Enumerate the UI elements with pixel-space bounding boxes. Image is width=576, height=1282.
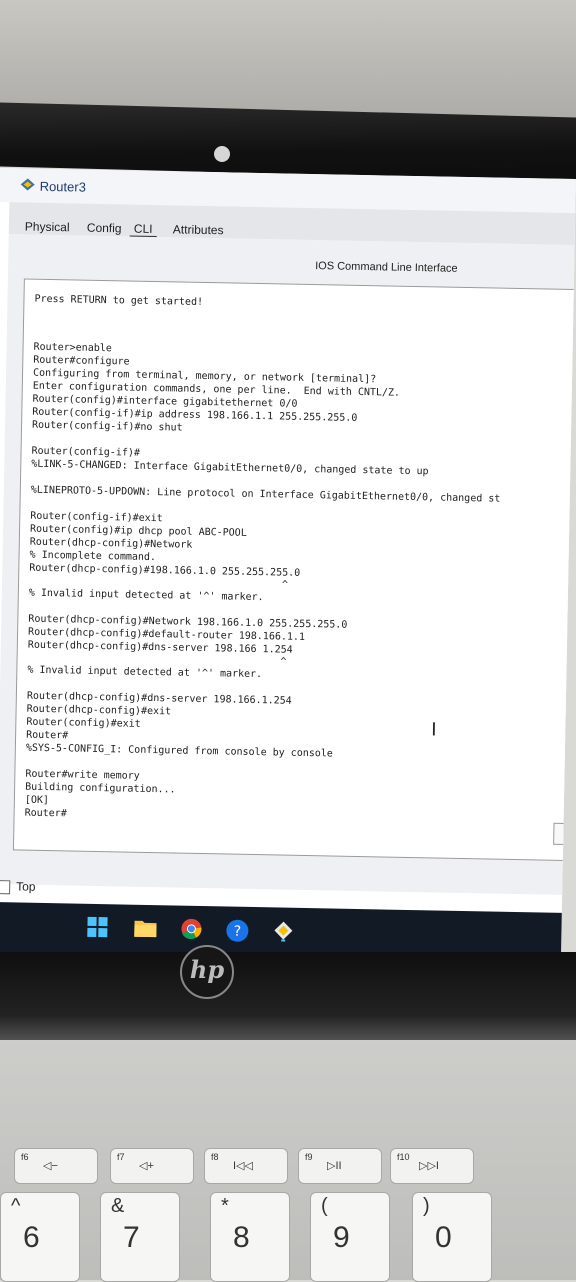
console-line: % Invalid input detected at '^' marker.: [28, 587, 264, 604]
key-label: 6: [23, 1221, 40, 1254]
console-line: % Incomplete command.: [29, 549, 157, 564]
cli-panel: IOS Command Line Interface Press RETURN …: [0, 234, 576, 896]
text-cursor-icon: I: [431, 719, 437, 741]
function-key: f9 ▷II: [298, 1148, 382, 1184]
windows-icon[interactable]: [85, 916, 109, 940]
tab-config[interactable]: Config: [87, 221, 122, 236]
function-key: f8 I◁◁: [204, 1148, 288, 1184]
console-line: Router(config)#exit: [26, 716, 141, 730]
tab-attributes[interactable]: Attributes: [173, 222, 224, 237]
console-line: Router(config-if)#exit: [30, 510, 163, 525]
key-shift-label: (: [321, 1195, 328, 1217]
tab-cli[interactable]: CLI: [129, 221, 157, 239]
console-line: %LINEPROTO-5-UPDOWN: Line protocol on In…: [30, 484, 501, 505]
file-explorer-icon[interactable]: [133, 917, 157, 941]
key-label: f7: [117, 1152, 125, 1162]
top-checkbox-label: Top: [16, 879, 36, 894]
key-shift-label: ): [423, 1195, 430, 1217]
volume-down-icon: ◁−: [43, 1160, 58, 1172]
number-key: ( 9: [310, 1192, 390, 1282]
function-key: f7 ◁+: [110, 1148, 194, 1184]
console-line: Router(config-if)#: [31, 445, 141, 459]
key-label: 7: [123, 1221, 140, 1254]
key-shift-label: *: [221, 1195, 229, 1217]
hp-logo: hp: [180, 945, 234, 999]
play-pause-icon: ▷II: [327, 1160, 342, 1172]
top-checkbox[interactable]: [0, 880, 11, 895]
console-line: Router#: [26, 729, 69, 742]
key-label: 8: [233, 1221, 250, 1254]
chrome-icon[interactable]: [179, 918, 203, 942]
console-line: Router#: [24, 807, 67, 820]
packet-tracer-icon[interactable]: [271, 919, 295, 943]
key-label: f8: [211, 1152, 219, 1162]
console-line: Router#write memory: [25, 768, 140, 782]
key-shift-label: ^: [11, 1195, 21, 1217]
next-track-icon: ▷▷I: [419, 1160, 439, 1172]
console-line: Press RETURN to get started!: [34, 293, 204, 308]
function-key: f6 ◁−: [14, 1148, 98, 1184]
console-line: [OK]: [24, 794, 50, 807]
console-line: % Invalid input detected at '^' marker.: [27, 664, 263, 681]
console-line: Router(config-if)#no shut: [31, 419, 183, 434]
panel-title: IOS Command Line Interface: [315, 260, 458, 275]
previous-track-icon: I◁◁: [233, 1160, 253, 1172]
volume-up-icon: ◁+: [139, 1160, 154, 1172]
console-line: Building configuration...: [25, 781, 176, 796]
console-line: Router#configure: [33, 354, 130, 368]
cli-console[interactable]: Press RETURN to get started! Router>enab…: [12, 278, 576, 862]
number-key: ) 0: [412, 1192, 492, 1282]
tab-physical[interactable]: Physical: [25, 219, 70, 234]
key-label: f9: [305, 1152, 313, 1162]
console-line: Router(dhcp-config)#Network: [29, 536, 193, 551]
console-line: %SYS-5-CONFIG_I: Configured from console…: [25, 742, 333, 760]
scroll-handle[interactable]: [553, 822, 576, 846]
help-icon[interactable]: ?: [225, 918, 249, 942]
console-line: Router>enable: [33, 341, 112, 355]
webcam: [214, 146, 230, 162]
console-line: Router(dhcp-config)#exit: [26, 703, 172, 718]
router-app-icon: [20, 178, 35, 191]
number-key: ^ 6: [0, 1192, 80, 1282]
console-line: %LINK-5-CHANGED: Interface GigabitEthern…: [31, 458, 429, 478]
number-key: & 7: [100, 1192, 180, 1282]
key-label: f6: [21, 1152, 29, 1162]
laptop-bottom-bezel: [0, 952, 576, 1042]
number-key: * 8: [210, 1192, 290, 1282]
key-label: 9: [333, 1221, 350, 1254]
key-label: 0: [435, 1221, 452, 1254]
key-label: f10: [397, 1152, 410, 1162]
laptop-screen: Router3 Physical Config CLI Attributes I…: [0, 168, 576, 969]
svg-text:?: ?: [234, 924, 242, 940]
key-shift-label: &: [111, 1195, 125, 1217]
window-title: Router3: [39, 178, 87, 195]
function-key: f10 ▷▷I: [390, 1148, 474, 1184]
